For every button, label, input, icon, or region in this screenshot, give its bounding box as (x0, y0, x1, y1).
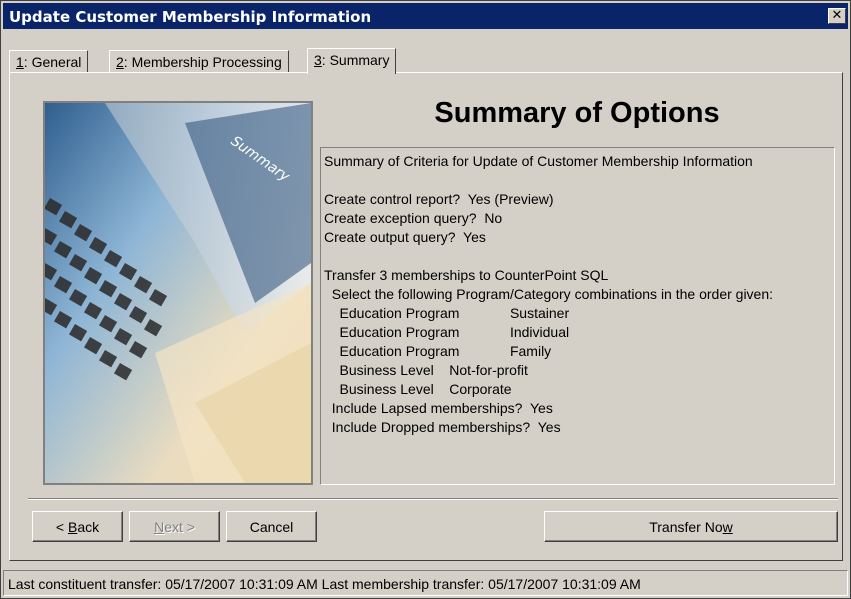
summary-line: Include Dropped memberships? Yes (324, 419, 561, 435)
summary-line: Education Program Individual (324, 324, 570, 340)
summary-line: Education Program Sustainer (324, 305, 570, 321)
back-label: ack (77, 519, 100, 535)
summary-line: Summary of Criteria for Update of Custom… (324, 153, 753, 169)
title-bar[interactable]: Update Customer Membership Information ✕ (3, 3, 848, 29)
summary-line: Business Level Not-for-profit (324, 362, 528, 378)
button-divider (28, 498, 838, 500)
summary-line: Create control report? Yes (Preview) (324, 191, 554, 207)
next-label: ext > (164, 519, 195, 535)
back-accel: B (67, 519, 78, 535)
dialog-window: Update Customer Membership Information ✕… (0, 0, 851, 599)
summary-line: Transfer 3 memberships to CounterPoint S… (324, 267, 609, 283)
back-button[interactable]: < Back (32, 511, 123, 542)
next-accel: N (154, 519, 165, 535)
keyboard-illustration: Summary (45, 103, 311, 483)
transfer-accel: w (722, 519, 733, 535)
summary-line: Business Level Corporate (324, 381, 512, 397)
cancel-button[interactable]: Cancel (226, 511, 317, 542)
tab-summary-label: : Summary (321, 52, 390, 68)
back-arrow-text: < (55, 519, 68, 535)
tab-general[interactable]: 1: General (9, 50, 89, 73)
tab-summary[interactable]: 3: Summary (307, 48, 397, 74)
status-bar: Last constituent transfer: 05/17/2007 10… (3, 570, 848, 596)
summary-line: Create output query? Yes (324, 229, 486, 245)
page-title: Summary of Options (434, 97, 720, 129)
summary-line: Education Program Family (324, 343, 552, 359)
summary-line: Include Lapsed memberships? Yes (324, 400, 553, 416)
summary-line: Select the following Program/Category co… (324, 286, 774, 302)
tab-membership-processing[interactable]: 2: Membership Processing (109, 50, 289, 73)
transfer-label: Transfer No (649, 519, 723, 535)
transfer-now-button[interactable]: Transfer Now (544, 511, 838, 542)
tab-summary-accel: 3 (314, 52, 322, 68)
summary-illustration: Summary (43, 101, 313, 485)
summary-line (324, 171, 831, 190)
status-text: Last constituent transfer: 05/17/2007 10… (8, 576, 641, 592)
summary-line (324, 247, 831, 266)
next-button[interactable]: Next > (129, 511, 220, 542)
summary-line: Create exception query? No (324, 210, 503, 226)
summary-text-box[interactable]: Summary of Criteria for Update of Custom… (320, 147, 835, 485)
tab-membership-label: : Membership Processing (123, 54, 282, 70)
tab-membership-accel: 2 (116, 54, 124, 70)
close-button[interactable]: ✕ (828, 8, 846, 24)
tab-general-accel: 1 (16, 54, 24, 70)
tab-general-label: : General (23, 54, 82, 70)
window-title: Update Customer Membership Information (9, 8, 372, 26)
